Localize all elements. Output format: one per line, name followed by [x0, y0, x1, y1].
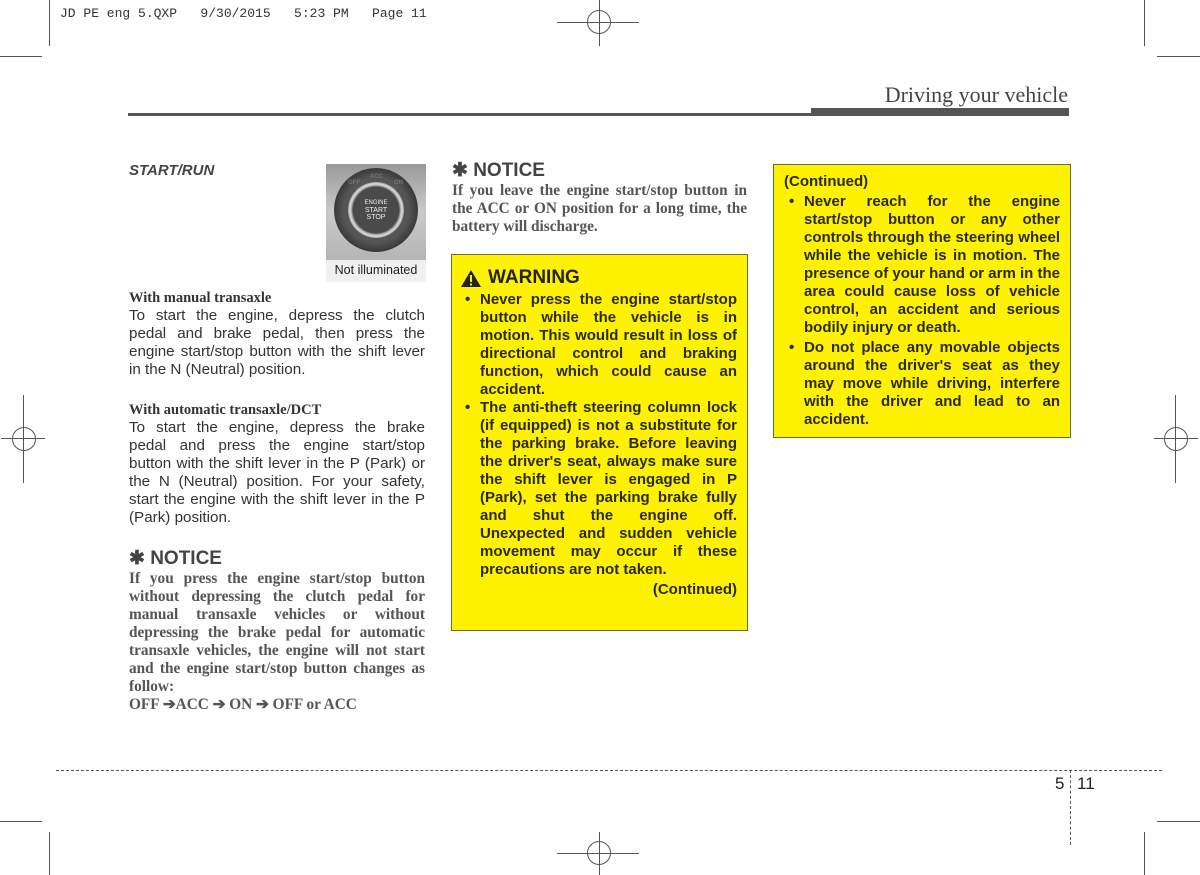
crop-mark: [49, 832, 50, 875]
start-stop-button: ENGINE START STOP: [348, 182, 404, 238]
warning-list: Never press the engine start/stop button…: [460, 291, 737, 579]
notice-title: ✱ NOTICE: [452, 160, 545, 181]
notice-text: If you leave the engine start/stop butto…: [452, 182, 747, 235]
manual-text: To start the engine, depress the clutch …: [129, 307, 425, 378]
footer-rule: [56, 770, 1162, 771]
crop-mark: [0, 56, 42, 57]
notice-start-button: ✱ NOTICE If you press the engine start/s…: [129, 548, 425, 714]
warning-box: WARNING Never press the engine start/sto…: [451, 254, 748, 631]
warning-title: WARNING: [460, 267, 737, 289]
chapter-number: 5: [1055, 774, 1065, 793]
button-text-engine: ENGINE: [364, 199, 388, 206]
crop-mark: [0, 821, 42, 822]
button-text-stop: STOP: [366, 213, 386, 221]
header-rule-tab: [811, 108, 1069, 116]
warning-triangle-icon: [461, 269, 481, 287]
crop-mark: [1157, 56, 1200, 57]
notice-sequence: OFF ➔ACC ➔ ON ➔ OFF or ACC: [129, 696, 357, 713]
engine-button-figure: OFF ACC ON ENGINE START STOP Not illumin…: [326, 164, 426, 282]
warning-box-continued: (Continued) Never reach for the engine s…: [773, 164, 1071, 438]
crop-mark: [1144, 832, 1145, 875]
warning-title-text: WARNING: [488, 267, 580, 288]
button-text-start: START: [364, 206, 388, 214]
warning-item: Do not place any movable objects around …: [784, 339, 1060, 429]
continued-label: (Continued): [784, 173, 869, 190]
header-rule: [128, 113, 813, 116]
notice-text: If you press the engine start/stop butto…: [129, 570, 425, 695]
continued-label: (Continued): [652, 581, 737, 598]
ring-label-acc: ACC: [370, 174, 383, 180]
automatic-text: To start the engine, depress the brake p…: [129, 419, 425, 526]
page-number: 11: [1077, 774, 1095, 793]
section-label: START/RUN: [129, 162, 215, 179]
manual-transaxle-section: With manual transaxle To start the engin…: [129, 290, 425, 379]
automatic-heading: With automatic transaxle/DCT: [129, 402, 322, 418]
footer-divider: [1070, 770, 1071, 845]
warning-item: The anti-theft steering column lock (if …: [460, 399, 737, 579]
ring-label-on: ON: [394, 180, 403, 186]
crop-mark: [1144, 0, 1145, 46]
crop-mark: [1157, 821, 1200, 822]
automatic-transaxle-section: With automatic transaxle/DCT To start th…: [129, 402, 425, 527]
print-slug: JD PE eng 5.QXP 9/30/2015 5:23 PM Page 1…: [60, 6, 427, 21]
section-header-title: Driving your vehicle: [884, 82, 1068, 107]
engine-start-stop-button-image: OFF ACC ON ENGINE START STOP: [326, 164, 426, 260]
crop-mark: [49, 0, 50, 46]
warning-item: Never reach for the engine start/stop bu…: [784, 193, 1060, 337]
ring-label-off: OFF: [348, 180, 360, 186]
notice-battery: ✱ NOTICE If you leave the engine start/s…: [452, 160, 747, 236]
warning-item: Never press the engine start/stop button…: [460, 291, 737, 399]
manual-heading: With manual transaxle: [129, 290, 272, 306]
figure-caption: Not illuminated: [326, 260, 426, 282]
warning-list: Never reach for the engine start/stop bu…: [784, 193, 1060, 429]
notice-title: ✱ NOTICE: [129, 548, 222, 569]
